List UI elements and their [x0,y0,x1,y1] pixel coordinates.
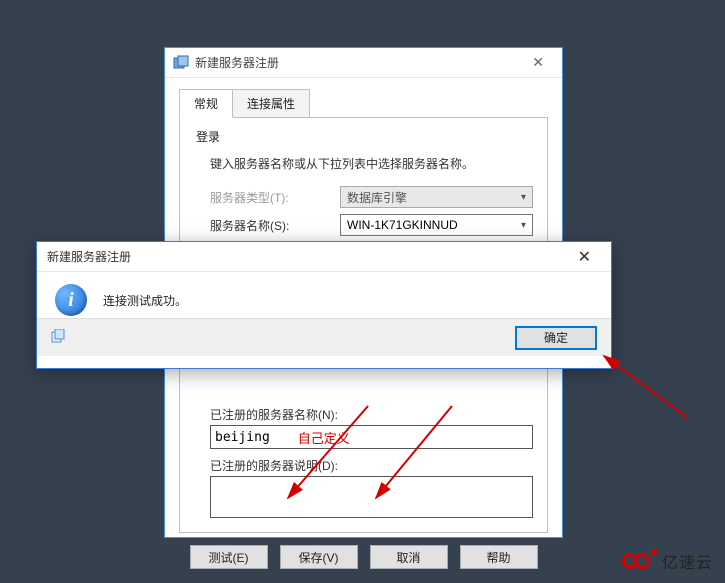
instruction-text: 键入服务器名称或从下拉列表中选择服务器名称。 [210,155,533,172]
copy-icon[interactable] [51,329,67,346]
combo-server-name-value: WIN-1K71GKINNUD [347,218,458,232]
combo-server-name[interactable]: WIN-1K71GKINNUD ▾ [340,214,533,236]
msgbox-title: 新建服务器注册 [47,248,131,265]
label-registered-desc: 已注册的服务器说明(D): [210,457,533,474]
msgbox-body: i 连接测试成功。 [37,272,611,318]
msgbox-titlebar[interactable]: 新建服务器注册 ✕ [37,242,611,272]
chevron-down-icon: ▾ [521,192,526,203]
server-register-icon [173,55,189,71]
ok-button[interactable]: 确定 [515,326,597,350]
tab-strip: 常规 连接属性 [179,89,548,118]
close-icon[interactable]: ✕ [522,50,554,75]
chevron-down-icon[interactable]: ▾ [521,220,526,231]
input-registered-name[interactable]: beijing 自己定义 [210,425,533,449]
label-server-type: 服务器类型(T): [210,189,340,206]
cancel-button[interactable]: 取消 [370,545,448,569]
registered-name-annotation: 自己定义 [298,428,350,447]
test-button[interactable]: 测试(E) [190,545,268,569]
dialog-title: 新建服务器注册 [195,54,279,71]
registered-name-value: beijing [215,430,270,445]
watermark: 亿速云 [622,549,713,573]
combo-server-type-value: 数据库引擎 [347,189,407,206]
close-icon[interactable]: ✕ [568,245,601,269]
tab-connection-properties[interactable]: 连接属性 [233,89,310,118]
row-server-name: 服务器名称(S): WIN-1K71GKINNUD ▾ [210,214,533,236]
save-button[interactable]: 保存(V) [280,545,358,569]
row-server-type: 服务器类型(T): 数据库引擎 ▾ [210,186,533,208]
input-registered-desc[interactable] [210,476,533,518]
msgbox-footer: 确定 [37,318,611,356]
watermark-text: 亿速云 [662,549,713,573]
msgbox-message: 连接测试成功。 [103,292,187,309]
label-registered-name: 已注册的服务器名称(N): [210,406,533,423]
login-group-label: 登录 [196,128,533,145]
help-button[interactable]: 帮助 [460,545,538,569]
dialog-titlebar[interactable]: 新建服务器注册 ✕ [165,48,562,78]
dialog-button-row: 测试(E) 保存(V) 取消 帮助 [179,533,548,583]
label-server-name: 服务器名称(S): [210,217,340,234]
watermark-logo-icon [622,550,656,572]
combo-server-type: 数据库引擎 ▾ [340,186,533,208]
connection-test-msgbox: 新建服务器注册 ✕ i 连接测试成功。 确定 [36,241,612,369]
tab-general[interactable]: 常规 [179,89,233,118]
info-icon: i [55,284,87,316]
